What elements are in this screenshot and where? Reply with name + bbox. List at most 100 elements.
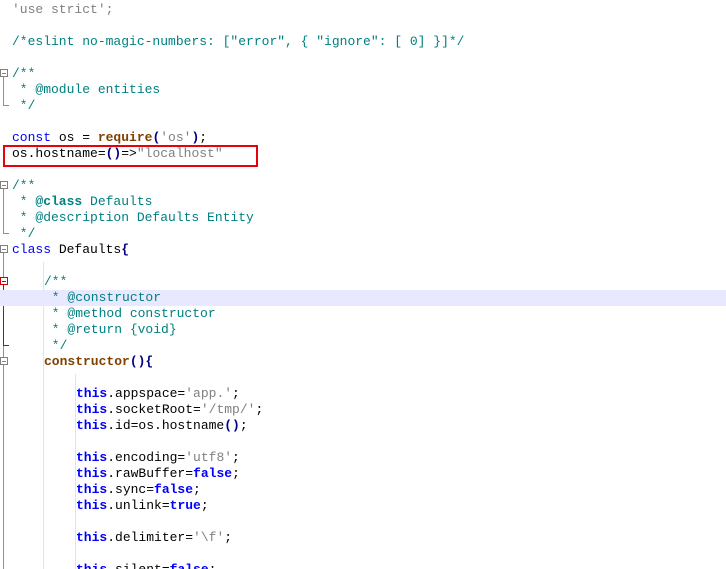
code-editor[interactable]: 'use strict'; /*eslint no-magic-numbers: …: [0, 0, 726, 569]
code-token: .sync=: [107, 482, 155, 497]
code-line[interactable]: */: [0, 338, 726, 354]
code-text: * @description Defaults Entity: [12, 210, 254, 226]
code-token: /*eslint no-magic-numbers: ["error", { "…: [12, 34, 465, 49]
code-token: ;: [232, 386, 240, 401]
code-text: const os = require('os');: [12, 130, 207, 146]
code-line[interactable]: this.delimiter='\f';: [0, 530, 726, 546]
code-token: this: [76, 386, 108, 401]
code-token: .appspace=: [107, 386, 186, 401]
code-token: ;: [239, 418, 248, 433]
code-line[interactable]: * @constructor: [0, 290, 726, 306]
code-text: */: [44, 338, 68, 354]
code-line[interactable]: * @method constructor: [0, 306, 726, 322]
code-token: ;: [200, 498, 209, 513]
code-text: this.id=os.hostname();: [76, 418, 248, 434]
code-token: Defaults: [82, 194, 153, 209]
code-text: * @module entities: [12, 82, 160, 98]
code-line[interactable]: constructor(){: [0, 354, 726, 370]
code-line[interactable]: * @return {void}: [0, 322, 726, 338]
code-text: class Defaults{: [12, 242, 129, 258]
code-text: */: [12, 98, 36, 114]
code-token: false: [170, 562, 209, 569]
code-text: this.sync=false;: [76, 482, 201, 498]
code-line[interactable]: this.encoding='utf8';: [0, 450, 726, 466]
code-text: this.unlink=true;: [76, 498, 209, 514]
code-line[interactable]: * @module entities: [0, 82, 726, 98]
code-line[interactable]: */: [0, 98, 726, 114]
code-line[interactable]: /**: [0, 274, 726, 290]
code-line[interactable]: * @description Defaults Entity: [0, 210, 726, 226]
code-token: constructor: [44, 354, 130, 369]
code-token: */: [44, 338, 68, 353]
code-line[interactable]: [0, 370, 726, 386]
code-line[interactable]: this.unlink=true;: [0, 498, 726, 514]
code-token: .unlink=: [107, 498, 170, 513]
code-line[interactable]: 'use strict';: [0, 2, 726, 18]
code-line[interactable]: this.appspace='app.';: [0, 386, 726, 402]
code-token: @class: [35, 194, 83, 209]
code-text: * @method constructor: [44, 306, 216, 322]
highlighted-line-marker: [3, 145, 258, 167]
code-token: class: [12, 242, 52, 257]
code-token: this: [76, 530, 108, 545]
code-line[interactable]: [0, 18, 726, 34]
code-line[interactable]: /*eslint no-magic-numbers: ["error", { "…: [0, 34, 726, 50]
code-token: * @description Defaults Entity: [12, 210, 254, 225]
code-token: 'app.': [185, 386, 233, 401]
code-token: this: [76, 498, 108, 513]
code-token: /**: [44, 274, 68, 289]
code-line[interactable]: * @class Defaults: [0, 194, 726, 210]
code-token: this: [76, 466, 108, 481]
code-text: * @constructor: [44, 290, 161, 306]
code-token: */: [12, 98, 36, 113]
code-line[interactable]: [0, 546, 726, 562]
code-line[interactable]: [0, 514, 726, 530]
code-line[interactable]: */: [0, 226, 726, 242]
code-line[interactable]: this.sync=false;: [0, 482, 726, 498]
code-line[interactable]: class Defaults{: [0, 242, 726, 258]
code-text: this.silent=false;: [76, 562, 216, 569]
code-token: .rawBuffer=: [107, 466, 194, 481]
code-text: constructor(){: [44, 354, 153, 370]
code-line[interactable]: /**: [0, 178, 726, 194]
code-line[interactable]: this.id=os.hostname();: [0, 418, 726, 434]
code-token: ;: [224, 530, 233, 545]
code-token: this: [76, 418, 108, 433]
code-token: ;: [199, 130, 208, 145]
code-token: ;: [209, 562, 217, 569]
code-token: this: [76, 402, 108, 417]
code-token: true: [169, 498, 201, 513]
code-line[interactable]: /**: [0, 66, 726, 82]
code-line[interactable]: const os = require('os');: [0, 130, 726, 146]
code-token: Defaults: [51, 242, 122, 257]
code-line[interactable]: this.socketRoot='/tmp/';: [0, 402, 726, 418]
code-token: ;: [232, 450, 240, 465]
code-text: this.encoding='utf8';: [76, 450, 240, 466]
code-text: * @class Defaults: [12, 194, 153, 210]
code-line[interactable]: this.silent=false;: [0, 562, 726, 569]
code-line[interactable]: [0, 50, 726, 66]
code-token: .id=os.hostname: [107, 418, 225, 433]
code-text: 'use strict';: [12, 2, 113, 18]
code-text: this.socketRoot='/tmp/';: [76, 402, 263, 418]
code-text: this.appspace='app.';: [76, 386, 240, 402]
code-token: {: [121, 242, 130, 257]
code-text: this.delimiter='\f';: [76, 530, 232, 546]
code-line[interactable]: [0, 434, 726, 450]
code-line[interactable]: [0, 258, 726, 274]
code-line[interactable]: [0, 114, 726, 130]
code-line[interactable]: this.rawBuffer=false;: [0, 466, 726, 482]
code-token: this: [76, 450, 108, 465]
code-token: .encoding=: [107, 450, 186, 465]
code-text: /**: [12, 66, 35, 82]
code-token: ;: [232, 466, 240, 481]
code-token: 'utf8': [185, 450, 233, 465]
code-token: * @constructor: [44, 290, 162, 305]
code-token: false: [154, 482, 194, 497]
code-text: /**: [12, 178, 35, 194]
code-token: ;: [193, 482, 201, 497]
code-token: /**: [12, 66, 36, 81]
code-text: this.rawBuffer=false;: [76, 466, 240, 482]
code-token: *: [12, 194, 36, 209]
code-token: * @module entities: [12, 82, 161, 97]
